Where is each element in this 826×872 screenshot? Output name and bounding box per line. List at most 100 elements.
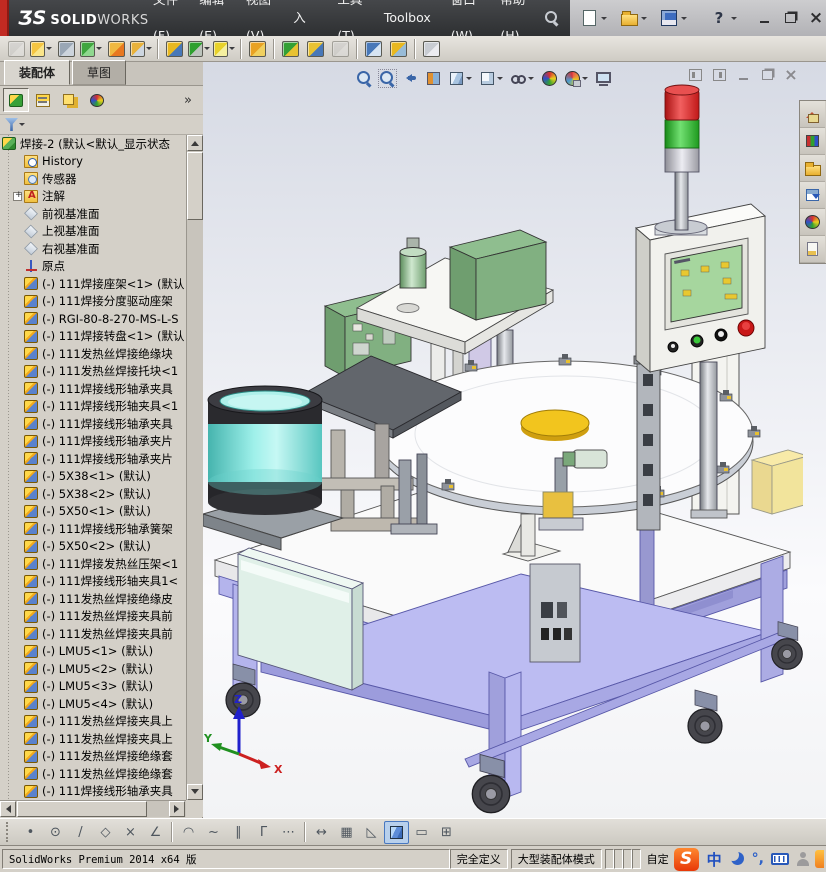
plane-display-button[interactable]: ▭ bbox=[409, 821, 434, 844]
tree-item[interactable]: 注解 bbox=[0, 188, 186, 206]
tree-item[interactable]: 右视基准面 bbox=[0, 240, 186, 258]
dropdown-arrow-icon[interactable] bbox=[497, 76, 503, 83]
table-pattern-button[interactable]: ⊞ bbox=[434, 821, 459, 844]
tree-item[interactable]: (-) 5X38<1> (默认) bbox=[0, 468, 186, 486]
spline-button[interactable]: ~ bbox=[201, 821, 226, 844]
smart-fasteners-button[interactable] bbox=[104, 37, 129, 60]
filter-dropdown-arrow-icon[interactable] bbox=[19, 123, 25, 129]
configurationmanager-tab[interactable] bbox=[57, 88, 83, 112]
tree-item[interactable]: (-) 111焊接线形轴承夹具 bbox=[0, 380, 186, 398]
asset-publisher-button[interactable] bbox=[419, 37, 444, 60]
home-tab[interactable] bbox=[800, 101, 825, 128]
dropdown-arrow-icon[interactable] bbox=[46, 47, 52, 53]
new-document-button[interactable] bbox=[578, 7, 600, 29]
zoom-to-fit-button[interactable] bbox=[353, 67, 376, 89]
horizontal-scroll-thumb[interactable] bbox=[17, 801, 147, 817]
signal-tower-light[interactable] bbox=[654, 84, 708, 236]
tree-item[interactable]: (-) 5X50<2> (默认) bbox=[0, 538, 186, 556]
smart-dimension-button[interactable]: ↔ bbox=[309, 821, 334, 844]
document-minimize-button[interactable] bbox=[733, 67, 753, 83]
exploded-view-button[interactable] bbox=[278, 37, 303, 60]
line-button[interactable]: / bbox=[68, 821, 93, 844]
dropdown-arrow-icon[interactable] bbox=[582, 76, 588, 83]
trim-entities-button[interactable]: × bbox=[118, 821, 143, 844]
tree-item[interactable]: (-) 111发热丝焊接绝缘套 bbox=[0, 765, 186, 783]
window-restore-button[interactable] bbox=[780, 10, 800, 27]
polygon-button[interactable]: ◇ bbox=[93, 821, 118, 844]
tab-assembly[interactable]: 装配体 bbox=[4, 60, 71, 85]
tree-item[interactable]: (-) 5X38<2> (默认) bbox=[0, 485, 186, 503]
tree-item[interactable]: (-) 111发热丝焊接夹具前 bbox=[0, 625, 186, 643]
tree-item[interactable]: (-) 111焊接线形轴夹具<1 bbox=[0, 398, 186, 416]
tangent-arc-button[interactable]: ◠ bbox=[176, 821, 201, 844]
toolbar-drag-handle[interactable] bbox=[6, 822, 10, 842]
tree-item[interactable]: (-) 111发热丝焊接绝缘块 bbox=[0, 345, 186, 363]
take-snapshot-button[interactable] bbox=[386, 37, 411, 60]
tree-item[interactable]: (-) LMU5<4> (默认) bbox=[0, 695, 186, 713]
punctuation-icon[interactable] bbox=[752, 851, 764, 867]
explode-line-sketch-button[interactable] bbox=[303, 37, 328, 60]
offset-entities-button[interactable]: ∥ bbox=[226, 821, 251, 844]
corner-rectangle-button[interactable]: Γ bbox=[251, 821, 276, 844]
help-dropdown-arrow-icon[interactable] bbox=[731, 16, 737, 23]
tree-item[interactable]: (-) 111发热丝焊接夹具前 bbox=[0, 608, 186, 626]
update-speedpak-button[interactable] bbox=[361, 37, 386, 60]
construction-geometry-button[interactable]: ⋯ bbox=[276, 821, 301, 844]
tree-item[interactable]: 前视基准面 bbox=[0, 205, 186, 223]
grid-system-button[interactable]: ▦ bbox=[334, 821, 359, 844]
dropdown-arrow-icon[interactable] bbox=[204, 47, 210, 53]
tree-item[interactable]: 传感器 bbox=[0, 170, 186, 188]
tree-item[interactable]: (-) 111焊接线形轴承簧架 bbox=[0, 520, 186, 538]
sketch-point-button[interactable]: • bbox=[18, 821, 43, 844]
show-hidden-components-button[interactable] bbox=[162, 37, 187, 60]
graphics-area[interactable]: Z X Y bbox=[203, 62, 826, 818]
circle-button[interactable]: ⊙ bbox=[43, 821, 68, 844]
save-button[interactable] bbox=[658, 7, 680, 29]
tree-item[interactable]: (-) 111焊接发热丝压架<1 bbox=[0, 555, 186, 573]
tree-item[interactable]: (-) LMU5<1> (默认) bbox=[0, 643, 186, 661]
sogou-input-icon[interactable] bbox=[673, 847, 699, 871]
tree-item[interactable]: (-) 111焊接分度驱动座架 bbox=[0, 293, 186, 311]
tree-item[interactable]: (-) 111焊接转盘<1> (默认 bbox=[0, 328, 186, 346]
appearances-tab[interactable] bbox=[800, 209, 825, 236]
file-explorer-tab[interactable] bbox=[800, 155, 825, 182]
open-document-button[interactable] bbox=[29, 37, 54, 60]
zoom-to-area-button[interactable] bbox=[376, 67, 399, 89]
new-dropdown-arrow-icon[interactable] bbox=[601, 16, 607, 23]
tree-item[interactable]: (-) LMU5<2> (默认) bbox=[0, 660, 186, 678]
tree-item[interactable]: (-) 111发热丝焊接托块<1 bbox=[0, 363, 186, 381]
menu-item[interactable]: Toolbox bbox=[374, 0, 441, 36]
dropdown-arrow-icon[interactable] bbox=[528, 76, 534, 83]
tree-item[interactable]: (-) 111发热丝焊接夹具上 bbox=[0, 713, 186, 731]
tree-item[interactable]: (-) 111发热丝焊接夹具上 bbox=[0, 730, 186, 748]
view-orientation-button[interactable] bbox=[445, 67, 476, 89]
apply-scene-button[interactable] bbox=[561, 67, 592, 89]
fullwidth-moon-icon[interactable] bbox=[726, 849, 745, 866]
reference-geometry-button[interactable] bbox=[212, 37, 237, 60]
previous-view-button[interactable] bbox=[399, 67, 422, 89]
move-component-button[interactable] bbox=[129, 37, 154, 60]
displaymanager-tab[interactable] bbox=[84, 88, 110, 112]
featuremanager-tab[interactable] bbox=[3, 88, 29, 112]
tree-item[interactable]: (-) 111焊接线形轴承夹片 bbox=[0, 433, 186, 451]
linear-component-pattern-button[interactable] bbox=[79, 37, 104, 60]
document-restore-button[interactable] bbox=[757, 67, 777, 83]
scroll-up-button[interactable] bbox=[187, 135, 203, 151]
pane-overflow-chevron[interactable] bbox=[184, 93, 192, 108]
tree-item[interactable]: 原点 bbox=[0, 258, 186, 276]
open-dropdown-arrow-icon[interactable] bbox=[641, 16, 647, 23]
tree-item[interactable]: (-) 111焊接线形轴夹具1< bbox=[0, 573, 186, 591]
assembly-features-button[interactable] bbox=[187, 37, 212, 60]
tree-item[interactable]: (-) 111发热丝焊接绝缘皮 bbox=[0, 590, 186, 608]
sketch-chamfer-button[interactable]: ∠ bbox=[143, 821, 168, 844]
help-button[interactable] bbox=[708, 7, 730, 29]
pane-toggle-right-button[interactable] bbox=[709, 67, 729, 83]
dropdown-arrow-icon[interactable] bbox=[229, 47, 235, 53]
angle-snap-button[interactable]: ◺ bbox=[359, 821, 384, 844]
hide-show-items-button[interactable] bbox=[507, 67, 538, 89]
tab-sketch[interactable]: 草图 bbox=[72, 60, 127, 85]
custom-properties-tab[interactable] bbox=[800, 236, 825, 263]
dropdown-arrow-icon[interactable] bbox=[96, 47, 102, 53]
section-view-button[interactable] bbox=[422, 67, 445, 89]
tree-item[interactable]: (-) 111发热丝焊接绝缘套 bbox=[0, 748, 186, 766]
